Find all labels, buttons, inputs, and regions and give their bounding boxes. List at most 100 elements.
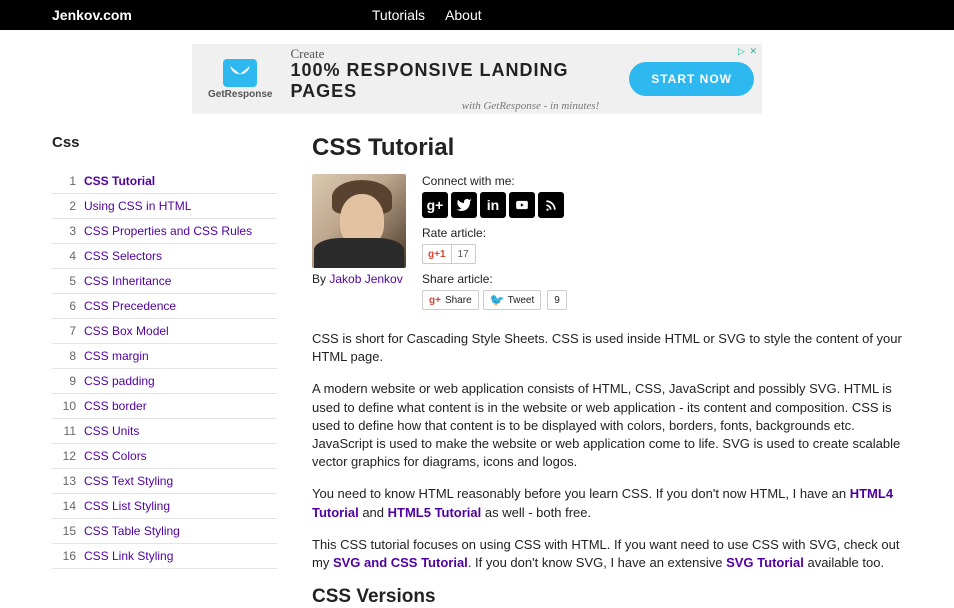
brand-logo[interactable]: Jenkov.com — [52, 7, 132, 23]
gplus-share-button[interactable]: g+ Share — [422, 290, 479, 310]
toc-item[interactable]: 4 CSS Selectors — [52, 244, 277, 269]
svg-tutorial-link[interactable]: SVG Tutorial — [726, 555, 804, 570]
linkedin-icon[interactable]: in — [480, 192, 506, 218]
gplus-one-count: 17 — [452, 249, 475, 260]
ad-cta-button[interactable]: START NOW — [629, 62, 754, 96]
ad-copy: Create 100% RESPONSIVE LANDING PAGES wit… — [290, 46, 629, 112]
sidebar: Css 1 CSS Tutorial 2Using CSS in HTML 3 CSS … — [52, 134, 277, 608]
toc-number: 9 — [56, 374, 76, 388]
toc-number: 5 — [56, 274, 76, 288]
nav-tutorials[interactable]: Tutorials — [372, 7, 425, 23]
article-body: CSS is short for Cascading Style Sheets.… — [312, 330, 902, 608]
tweet-text: Tweet — [508, 295, 535, 306]
googleplus-icon[interactable]: g+ — [422, 192, 448, 218]
toc-link[interactable]: CSS Box Model — [84, 324, 169, 338]
rate-label: Rate article: — [422, 226, 902, 240]
paragraph: CSS is short for Cascading Style Sheets.… — [312, 330, 902, 366]
toc-number: 16 — [56, 549, 76, 563]
byline-prefix: By — [312, 272, 329, 286]
toc-link[interactable]: CSS margin — [84, 349, 149, 363]
ad-banner[interactable]: ▷ ✕ GetResponse Create 100% RESPONSIVE L… — [192, 44, 762, 114]
gplus-one-label: g+1 — [423, 245, 452, 263]
ad-choices-close[interactable]: ▷ ✕ — [738, 46, 758, 57]
ad-logo-text: GetResponse — [208, 89, 272, 100]
paragraph: A modern website or web application cons… — [312, 380, 902, 471]
author-link[interactable]: Jakob Jenkov — [329, 272, 402, 286]
toc-item[interactable]: 5 CSS Inheritance — [52, 269, 277, 294]
toc-link[interactable]: CSS Inheritance — [84, 274, 171, 288]
toc-number: 12 — [56, 449, 76, 463]
toc-link[interactable]: CSS padding — [84, 374, 155, 388]
toc-link[interactable]: CSS border — [84, 399, 147, 413]
toc-link[interactable]: CSS Selectors — [84, 249, 162, 263]
toc-number: 8 — [56, 349, 76, 363]
toc-list: 1 CSS Tutorial 2Using CSS in HTML 3 CSS Prop… — [52, 169, 277, 569]
toc-link[interactable]: CSS Table Styling — [84, 524, 180, 538]
section-heading-css-versions: CSS Versions — [312, 586, 902, 608]
ad-wrapper: ▷ ✕ GetResponse Create 100% RESPONSIVE L… — [0, 30, 954, 134]
toc-item[interactable]: 10 CSS border — [52, 394, 277, 419]
toc-number: 6 — [56, 299, 76, 313]
toc-item[interactable]: 11 CSS Units — [52, 419, 277, 444]
toc-number: 3 — [56, 224, 76, 238]
toc-number: 15 — [56, 524, 76, 538]
toc-item[interactable]: 8 CSS margin — [52, 344, 277, 369]
gplus-one-button[interactable]: g+1 17 — [422, 244, 476, 264]
toc-link[interactable]: CSS Link Styling — [84, 549, 173, 563]
toc-number: 14 — [56, 499, 76, 513]
author-left: By Jakob Jenkov — [312, 174, 410, 310]
twitter-icon[interactable] — [451, 192, 477, 218]
toc-link[interactable]: CSS Colors — [84, 449, 147, 463]
toc-number: 10 — [56, 399, 76, 413]
toc-item[interactable]: 12 CSS Colors — [52, 444, 277, 469]
author-block: By Jakob Jenkov Connect with me: g+ in R… — [312, 174, 902, 310]
toc-number: 13 — [56, 474, 76, 488]
youtube-icon[interactable] — [509, 192, 535, 218]
toc-number: 11 — [56, 424, 76, 438]
author-meta: Connect with me: g+ in Rate article: g+1… — [422, 174, 902, 310]
toc-number: 7 — [56, 324, 76, 338]
toc-link[interactable]: Using CSS in HTML — [84, 199, 191, 213]
paragraph: This CSS tutorial focuses on using CSS w… — [312, 536, 902, 572]
nav-about[interactable]: About — [445, 7, 482, 23]
toc-number: 1 — [56, 174, 76, 188]
topbar: Jenkov.com Tutorials About — [0, 0, 954, 30]
getresponse-icon — [223, 59, 257, 87]
tweet-count: 9 — [547, 290, 567, 310]
sidebar-title: Css — [52, 134, 277, 151]
toc-item[interactable]: 13 CSS Text Styling — [52, 469, 277, 494]
paragraph: You need to know HTML reasonably before … — [312, 485, 902, 521]
toc-number: 4 — [56, 249, 76, 263]
toc-item[interactable]: 6 CSS Precedence — [52, 294, 277, 319]
toc-link[interactable]: CSS Precedence — [84, 299, 176, 313]
toc-link[interactable]: CSS Units — [84, 424, 139, 438]
ad-logo: GetResponse — [208, 59, 272, 100]
author-avatar — [312, 174, 406, 268]
toc-item[interactable]: 1 CSS Tutorial — [52, 169, 277, 194]
share-row: g+ Share 🐦 Tweet 9 — [422, 290, 902, 310]
gplus-share-icon: g+ — [429, 295, 441, 306]
toc-link[interactable]: CSS List Styling — [84, 499, 170, 513]
gplus-share-text: Share — [445, 295, 472, 306]
social-row: g+ in — [422, 192, 902, 218]
toc-item[interactable]: 14 CSS List Styling — [52, 494, 277, 519]
toc-link[interactable]: CSS Text Styling — [84, 474, 173, 488]
rss-icon[interactable] — [538, 192, 564, 218]
toc-link[interactable]: CSS Tutorial — [84, 174, 155, 188]
connect-label: Connect with me: — [422, 174, 902, 188]
page-title: CSS Tutorial — [312, 134, 902, 162]
toc-item[interactable]: 7 CSS Box Model — [52, 319, 277, 344]
toc-item[interactable]: 16 CSS Link Styling — [52, 544, 277, 569]
toc-item[interactable]: 3 CSS Properties and CSS Rules — [52, 219, 277, 244]
twitter-bird-icon: 🐦 — [490, 293, 505, 307]
toc-item[interactable]: 15 CSS Table Styling — [52, 519, 277, 544]
toc-link[interactable]: CSS Properties and CSS Rules — [84, 224, 252, 238]
toc-item[interactable]: 9 CSS padding — [52, 369, 277, 394]
toc-item[interactable]: 2Using CSS in HTML — [52, 194, 277, 219]
html5-tutorial-link[interactable]: HTML5 Tutorial — [388, 505, 482, 520]
tweet-button[interactable]: 🐦 Tweet — [483, 290, 542, 310]
share-label: Share article: — [422, 272, 902, 286]
byline: By Jakob Jenkov — [312, 272, 410, 286]
ad-headline: 100% RESPONSIVE LANDING PAGES — [290, 60, 629, 102]
svg-css-tutorial-link[interactable]: SVG and CSS Tutorial — [333, 555, 468, 570]
